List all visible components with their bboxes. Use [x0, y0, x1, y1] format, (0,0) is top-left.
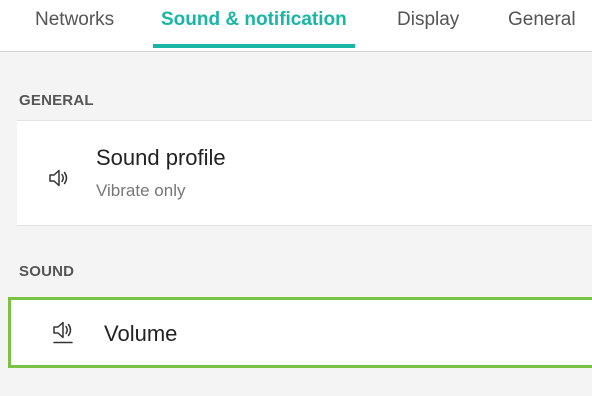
tab-networks[interactable]: Networks [35, 0, 114, 50]
sound-profile-value: Vibrate only [96, 181, 186, 200]
volume-icon [51, 320, 73, 344]
tab-sound-notification-label: Sound & notification [161, 9, 347, 30]
section-header-sound: SOUND [0, 252, 592, 292]
section-header-general: GENERAL [0, 82, 592, 120]
speaker-icon [47, 166, 69, 188]
volume-title: Volume [104, 321, 178, 346]
active-tab-indicator [153, 44, 355, 48]
tab-general[interactable]: General [508, 0, 576, 50]
section-header-general-label: GENERAL [19, 92, 94, 109]
tab-display-label: Display [397, 9, 460, 30]
tab-general-label: General [508, 9, 576, 30]
divider [17, 225, 592, 226]
sound-profile-title: Sound profile [96, 145, 226, 170]
tab-sound-notification[interactable]: Sound & notification [153, 0, 355, 50]
tab-networks-label: Networks [35, 9, 115, 30]
volume-item[interactable]: Volume [8, 297, 592, 368]
tab-bar: Networks Sound & notification Display Ge… [0, 0, 592, 52]
section-header-sound-label: SOUND [19, 263, 75, 280]
sound-profile-item[interactable]: Sound profile Vibrate only [17, 121, 592, 225]
tab-display[interactable]: Display [397, 0, 459, 50]
